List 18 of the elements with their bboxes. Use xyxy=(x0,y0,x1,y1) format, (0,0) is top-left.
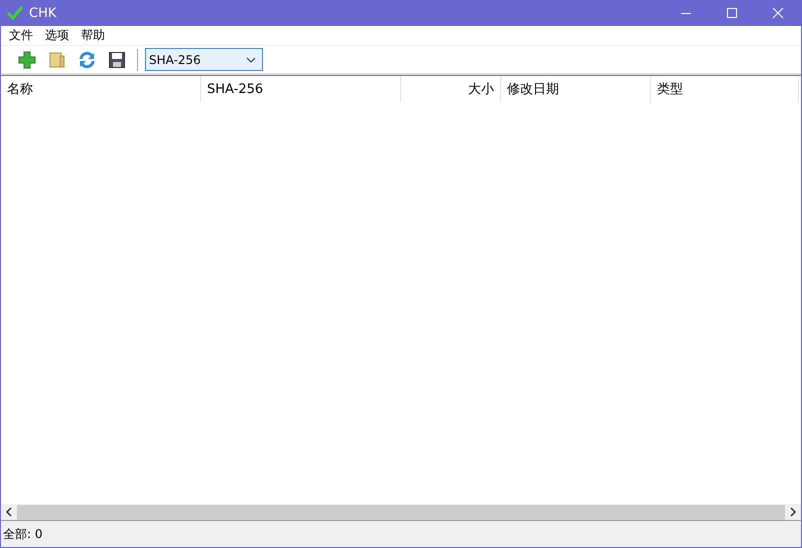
checkmark-icon xyxy=(7,6,23,20)
status-text: 全部: 0 xyxy=(3,526,42,542)
algorithm-dropdown[interactable]: SHA-256 xyxy=(145,48,263,71)
close-icon xyxy=(772,7,784,19)
column-header[interactable]: SHA-256 xyxy=(201,76,401,102)
column-header[interactable]: 类型 xyxy=(651,76,799,102)
horizontal-scrollbar[interactable] xyxy=(1,504,801,520)
column-header[interactable]: 修改日期 xyxy=(501,76,651,102)
window-title: CHK xyxy=(29,6,56,20)
column-header[interactable]: 名称 xyxy=(1,76,201,102)
column-header[interactable]: 大小 xyxy=(401,76,501,102)
scroll-left-icon[interactable] xyxy=(5,507,13,517)
menu-item[interactable]: 文件 xyxy=(3,27,39,44)
chevron-down-icon xyxy=(246,56,256,62)
menu-item[interactable]: 选项 xyxy=(39,27,75,44)
maximize-icon xyxy=(726,7,738,19)
scroll-right-icon[interactable] xyxy=(789,507,797,517)
menu-item[interactable]: 帮助 xyxy=(75,27,111,44)
